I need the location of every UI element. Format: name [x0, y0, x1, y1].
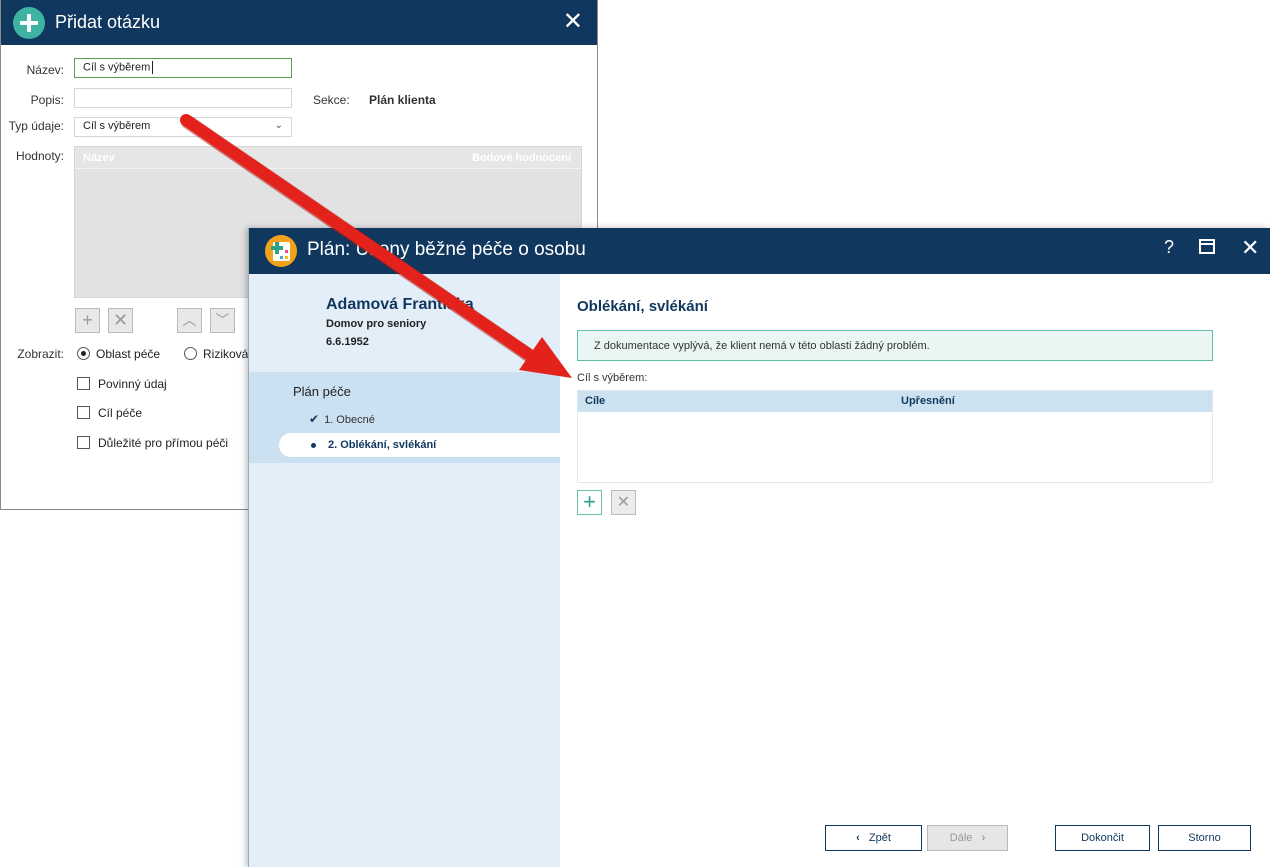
window-title-bar: Plán: Úkony běžné péče o osobu ? ✕ — [249, 228, 1270, 274]
close-icon[interactable]: ✕ — [1241, 235, 1259, 261]
checkbox-required-label: Povinný údaj — [98, 377, 167, 391]
chevron-left-icon: ‹ — [856, 832, 860, 844]
section-label: Sekce: — [313, 93, 350, 107]
cancel-button[interactable]: Storno — [1158, 825, 1251, 851]
checkbox-direct-care[interactable] — [77, 436, 90, 449]
goals-table-header: Cíle Upřesnění — [578, 391, 1212, 412]
type-label: Typ údaje: — [8, 119, 64, 133]
section-value: Plán klienta — [369, 93, 436, 107]
patient-facility: Domov pro seniory — [326, 318, 427, 330]
sidebar: Adamová Františka Domov pro seniory 6.6.… — [249, 274, 560, 867]
col-goals: Cíle — [585, 395, 606, 407]
checkbox-care-goal[interactable] — [77, 406, 90, 419]
chevron-right-icon: › — [981, 832, 986, 844]
values-label: Hodnoty: — [15, 149, 64, 163]
name-input[interactable]: Cíl s výběrem — [74, 58, 292, 78]
values-grid-header: Název Bodové hodnocení — [75, 147, 581, 169]
main-content: Oblékání, svlékání Z dokumentace vyplývá… — [560, 274, 1270, 867]
step-general[interactable]: ✔ 1. Obecné — [309, 412, 375, 426]
grid-col-score: Bodové hodnocení — [472, 151, 571, 164]
description-input[interactable] — [74, 88, 292, 108]
grid-col-name: Název — [83, 151, 115, 164]
care-plan-window: Plán: Úkony běžné péče o osobu ? ✕ Adamo… — [248, 228, 1270, 867]
add-value-button[interactable]: + — [75, 308, 100, 333]
window-title: Plán: Úkony běžné péče o osobu — [307, 239, 586, 260]
radio-care-area[interactable] — [77, 347, 90, 360]
patient-name: Adamová Františka — [326, 296, 474, 313]
dialog-title: Přidat otázku — [55, 12, 161, 32]
maximize-icon[interactable] — [1199, 239, 1215, 254]
dialog-title-bar: Přidat otázku ✕ — [1, 0, 597, 45]
check-icon: ✔ — [309, 412, 320, 426]
section-title: Oblékání, svlékání — [577, 298, 708, 315]
checkbox-care-goal-label: Cíl péče — [98, 406, 143, 420]
chevron-down-icon: ⌄ — [274, 120, 283, 131]
finish-button[interactable]: Dokončit — [1055, 825, 1150, 851]
col-details: Upřesnění — [901, 395, 955, 407]
info-banner: Z dokumentace vyplývá, že klient nemá v … — [577, 330, 1213, 361]
radio-care-area-label: Oblast péče — [96, 347, 161, 361]
description-label: Popis: — [30, 93, 64, 107]
plan-steps: Plán péče ✔ 1. Obecné 2. Oblékání, svléká… — [249, 372, 560, 463]
checkbox-required[interactable] — [77, 377, 90, 390]
step-dressing[interactable]: 2. Oblékání, svlékání — [279, 433, 560, 457]
back-button[interactable]: ‹ Zpět — [825, 825, 922, 851]
move-down-button[interactable]: ﹀ — [210, 308, 235, 333]
type-select[interactable]: Cíl s výběrem ⌄ — [74, 117, 292, 137]
help-icon[interactable]: ? — [1164, 237, 1174, 258]
display-label: Zobrazit: — [17, 347, 64, 361]
remove-value-button[interactable]: ✕ — [108, 308, 133, 333]
next-button[interactable]: Dále › — [927, 825, 1008, 851]
name-label: Název: — [26, 63, 64, 77]
radio-risk-label: Riziková — [203, 347, 249, 361]
plan-heading: Plán péče — [293, 384, 351, 399]
bullet-icon — [311, 443, 316, 448]
goals-table-label: Cíl s výběrem: — [577, 372, 648, 384]
move-up-button[interactable]: ︿ — [177, 308, 202, 333]
checkbox-direct-care-label: Důležité pro přímou péči — [98, 436, 229, 450]
add-circle-icon — [13, 6, 45, 39]
add-goal-button[interactable]: + — [577, 490, 602, 515]
patient-birthdate: 6.6.1952 — [326, 336, 369, 348]
remove-goal-button[interactable]: ✕ — [611, 490, 636, 515]
radio-risk[interactable] — [184, 347, 197, 360]
care-plan-app-icon — [265, 235, 297, 267]
goals-table[interactable]: Cíle Upřesnění — [577, 390, 1213, 483]
close-icon[interactable]: ✕ — [563, 10, 583, 34]
